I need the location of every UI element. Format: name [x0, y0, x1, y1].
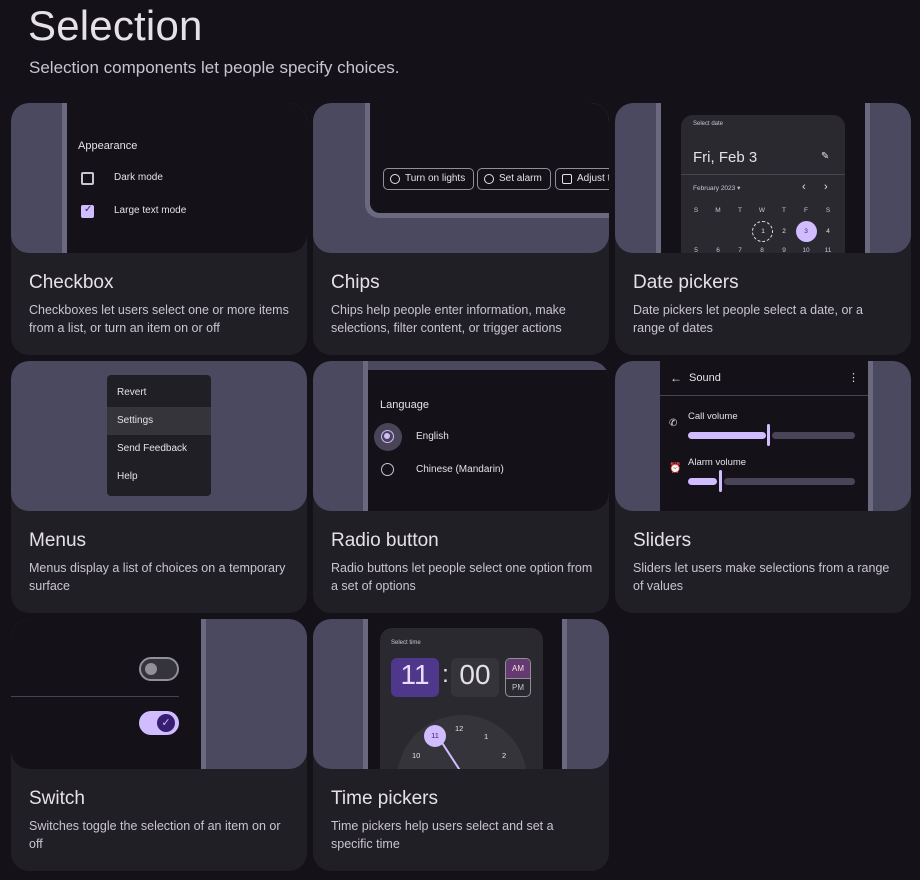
- card-title: Date pickers: [633, 272, 739, 293]
- alarm-volume-handle[interactable]: [719, 470, 722, 492]
- switch-off[interactable]: [139, 657, 179, 681]
- menu-item-settings[interactable]: Settings: [107, 407, 211, 435]
- card-description: Switches toggle the selection of an item…: [29, 819, 281, 851]
- alarm-volume-label: Alarm volume: [688, 457, 747, 468]
- select-time-label: Select time: [391, 640, 421, 646]
- call-volume-active-track: [688, 432, 766, 439]
- minute-value: 00: [459, 659, 491, 690]
- card-title: Chips: [331, 272, 380, 293]
- card-title: Switch: [29, 788, 85, 809]
- call-volume-handle[interactable]: [767, 424, 770, 446]
- next-month-icon[interactable]: ›: [824, 181, 828, 193]
- menu-item-help[interactable]: Help: [107, 463, 211, 491]
- dial-hour-12[interactable]: 12: [455, 724, 463, 733]
- dial-hour-1[interactable]: 1: [484, 732, 488, 741]
- date-picker-preview: Select date Fri, Feb 3 ✎ February 2023 ▾…: [615, 103, 911, 253]
- card-description: Checkboxes let users select one or more …: [29, 303, 289, 335]
- select-date-label: Select date: [693, 121, 724, 127]
- menu-item-revert[interactable]: Revert: [107, 379, 211, 407]
- time-pickers-card[interactable]: Select time 11 : 00 AM PM 11 12 1 10 2 T…: [313, 619, 609, 871]
- checkbox-preview: Appearance Dark mode ✓ Large text mode: [11, 103, 307, 253]
- chip-turn-on-lights[interactable]: Turn on lights: [383, 168, 475, 190]
- menus-card[interactable]: Revert Settings Send Feedback Help Menus…: [11, 361, 307, 613]
- dial-hour-10[interactable]: 10: [412, 751, 420, 760]
- month-selector[interactable]: February 2023 ▾: [693, 184, 740, 192]
- card-title: Radio button: [331, 530, 439, 551]
- check-icon: ✓: [157, 714, 175, 732]
- menu-item-send-feedback[interactable]: Send Feedback: [107, 435, 211, 463]
- edit-icon[interactable]: ✎: [821, 151, 829, 162]
- am-option[interactable]: AM: [506, 659, 530, 678]
- card-title: Time pickers: [331, 788, 438, 809]
- thermostat-icon: [562, 174, 572, 184]
- sliders-card[interactable]: ← Sound ⋮ ✆ Call volume ⏰ Alarm volume S…: [615, 361, 911, 613]
- radio-preview: Language English Chinese (Mandarin): [313, 361, 609, 511]
- switch-card[interactable]: ✓ Switch Switches toggle the selection o…: [11, 619, 307, 871]
- am-pm-toggle[interactable]: AM PM: [505, 658, 531, 697]
- alarm-icon: ⏰: [669, 463, 682, 474]
- lightbulb-icon: [390, 174, 400, 184]
- date-pickers-card[interactable]: Select date Fri, Feb 3 ✎ February 2023 ▾…: [615, 103, 911, 355]
- card-title: Menus: [29, 530, 87, 551]
- chinese-radio[interactable]: [381, 463, 394, 476]
- phone-icon: ✆: [669, 418, 678, 429]
- dial-hour-2[interactable]: 2: [502, 751, 506, 760]
- checkbox-card[interactable]: Appearance Dark mode ✓ Large text mode C…: [11, 103, 307, 355]
- check-icon: ✓: [84, 204, 93, 215]
- selected-date-headline: Fri, Feb 3: [693, 149, 758, 166]
- call-volume-label: Call volume: [688, 411, 738, 422]
- large-text-checkbox[interactable]: ✓: [81, 204, 94, 218]
- time-separator: :: [442, 661, 449, 688]
- card-description: Date pickers let people select a date, o…: [633, 303, 863, 335]
- alarm-volume-inactive-track: [724, 478, 855, 485]
- hour-value: 11: [400, 659, 430, 690]
- menus-preview: Revert Settings Send Feedback Help: [11, 361, 307, 511]
- page-title: Selection: [28, 2, 203, 49]
- appearance-heading: Appearance: [78, 140, 138, 152]
- card-description: Radio buttons let people select one opti…: [331, 561, 593, 593]
- english-label: English: [416, 431, 449, 442]
- large-text-label: Large text mode: [114, 205, 187, 216]
- page-subtitle: Selection components let people specify …: [29, 58, 400, 77]
- time-picker-preview: Select time 11 : 00 AM PM 11 12 1 10 2: [313, 619, 609, 769]
- back-arrow-icon[interactable]: ←: [670, 371, 682, 385]
- radio-button-card[interactable]: Language English Chinese (Mandarin) Radi…: [313, 361, 609, 613]
- dial-hour-11[interactable]: 11: [424, 731, 446, 740]
- switch-preview: ✓: [11, 619, 307, 769]
- card-description: Menus display a list of choices on a tem…: [29, 561, 286, 593]
- dark-mode-label: Dark mode: [114, 172, 163, 183]
- chips-card[interactable]: Turn on lights Set alarm Adjust t Chips …: [313, 103, 609, 355]
- card-description: Time pickers help users select and set a…: [331, 819, 554, 851]
- sound-title: Sound: [689, 372, 721, 384]
- language-heading: Language: [380, 399, 429, 411]
- more-vert-icon[interactable]: ⋮: [848, 371, 859, 384]
- card-title: Checkbox: [29, 272, 114, 293]
- card-title: Sliders: [633, 530, 692, 551]
- pm-option[interactable]: PM: [506, 678, 530, 696]
- chip-adjust-thermostat[interactable]: Adjust t: [555, 168, 609, 190]
- chinese-label: Chinese (Mandarin): [416, 464, 504, 475]
- english-radio[interactable]: [381, 430, 394, 443]
- chip-set-alarm[interactable]: Set alarm: [477, 168, 551, 190]
- call-volume-inactive-track: [772, 432, 855, 439]
- chips-preview: Turn on lights Set alarm Adjust t: [313, 103, 609, 253]
- menu-surface: Revert Settings Send Feedback Help: [107, 375, 211, 496]
- switch-on[interactable]: ✓: [139, 711, 179, 735]
- previous-month-icon[interactable]: ‹: [802, 181, 806, 193]
- dark-mode-checkbox[interactable]: [81, 172, 94, 185]
- sliders-preview: ← Sound ⋮ ✆ Call volume ⏰ Alarm volume: [615, 361, 911, 511]
- alarm-icon: [484, 174, 494, 184]
- card-description: Sliders let users make selections from a…: [633, 561, 890, 593]
- alarm-volume-active-track: [688, 478, 717, 485]
- card-description: Chips help people enter information, mak…: [331, 303, 566, 335]
